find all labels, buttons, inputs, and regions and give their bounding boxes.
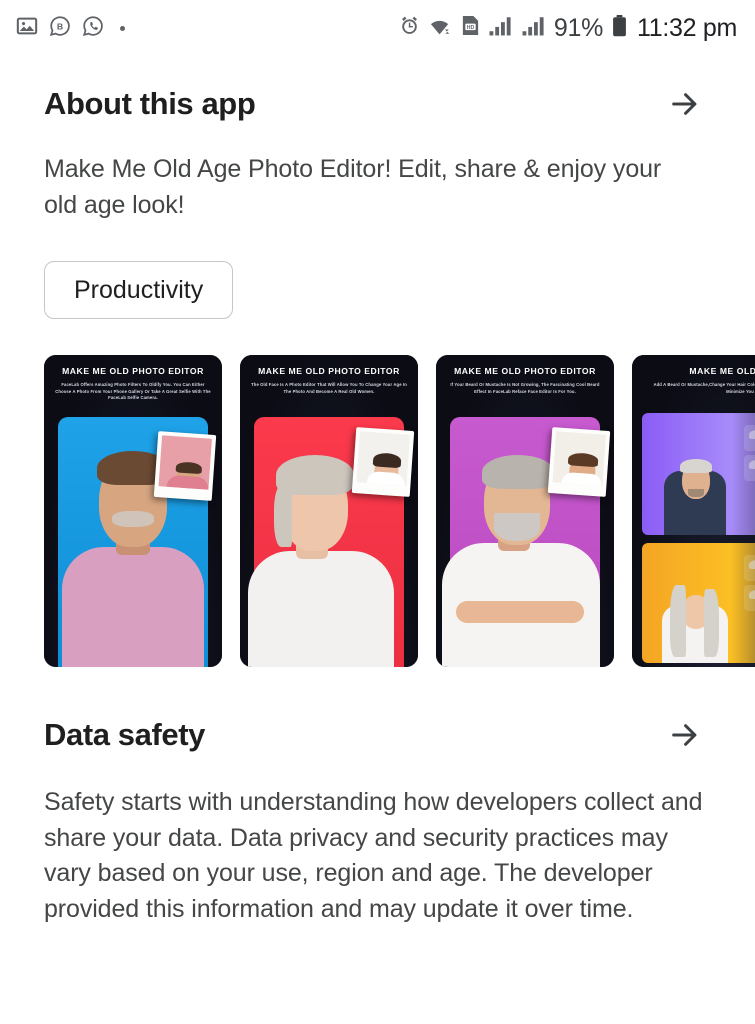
screenshot-4-hairstyle-grid-bottom [744, 555, 755, 611]
whatsapp-business-icon: B [49, 15, 71, 42]
battery-percent-label: 91% [553, 13, 604, 42]
image-icon [16, 15, 38, 42]
data-safety-title: Data safety [44, 717, 206, 752]
screenshot-2-subtitle: The Old Face Is A Photo Editor That Will… [251, 382, 407, 394]
hairstyle-option[interactable] [744, 455, 755, 481]
about-description: Make Me Old Age Photo Editor! Edit, shar… [44, 155, 662, 219]
screenshot-thumbnail-3[interactable]: MAKE ME OLD PHOTO EDITOR If Your Beard O… [436, 355, 614, 667]
battery-icon [611, 14, 628, 43]
screenshot-3-polaroid-inset [547, 427, 611, 497]
screenshot-1-subtitle: FaceLab Offers Amazing Photo Filters To … [55, 382, 211, 400]
screenshots-carousel[interactable]: MAKE ME OLD PHOTO EDITOR FaceLab Offers … [0, 355, 755, 667]
screenshot-2-polaroid-inset [351, 427, 415, 497]
signal-bars-sim2-icon [521, 14, 547, 42]
wifi-icon [428, 14, 453, 42]
screenshot-thumbnail-2[interactable]: MAKE ME OLD PHOTO EDITOR The Old Face Is… [240, 355, 418, 667]
screenshot-3-subtitle: If Your Beard Or Mustache Is Not Growing… [450, 382, 600, 394]
hairstyle-option[interactable] [744, 555, 755, 581]
clock-label: 11:32 pm [637, 13, 737, 42]
hd-sim-icon: HD [460, 14, 481, 42]
category-chip-productivity[interactable]: Productivity [44, 261, 234, 319]
data-safety-arrow-button[interactable] [663, 713, 707, 757]
screenshot-4-top-panel [642, 413, 755, 535]
data-safety-header-row[interactable]: Data safety [44, 713, 711, 757]
notification-dot-icon [120, 25, 125, 31]
about-header-row[interactable]: About this app [44, 82, 711, 126]
screenshot-4-title: MAKE ME OLD PHOTO [689, 366, 755, 376]
data-safety-section: Data safety Safety starts with understan… [0, 713, 755, 927]
screenshot-1-polaroid-inset [153, 431, 217, 501]
page-title: About this app [44, 86, 256, 121]
arrow-right-icon [672, 93, 697, 115]
alarm-icon [398, 14, 421, 42]
about-arrow-button[interactable] [663, 82, 707, 126]
screenshot-4-bottom-panel [642, 543, 755, 663]
svg-text:HD: HD [467, 25, 475, 31]
status-bar-left-icons: B [16, 15, 125, 42]
svg-text:B: B [57, 21, 63, 31]
hairstyle-option[interactable] [744, 425, 755, 451]
status-bar-right-icons: HD 91% 11:32 pm [398, 14, 737, 43]
screenshot-thumbnail-1[interactable]: MAKE ME OLD PHOTO EDITOR FaceLab Offers … [44, 355, 222, 667]
signal-bars-sim1-icon [488, 14, 514, 42]
arrow-right-icon [672, 724, 697, 746]
about-this-app-section: About this app Make Me Old Age Photo Edi… [0, 82, 755, 319]
data-safety-description: Safety starts with understanding how dev… [44, 788, 703, 923]
hairstyle-option[interactable] [744, 585, 755, 611]
screenshot-3-title: MAKE ME OLD PHOTO EDITOR [454, 366, 596, 376]
screenshot-thumbnail-4[interactable]: MAKE ME OLD PHOTO Add A Beard Or Mustach… [632, 355, 755, 667]
screenshot-1-title: MAKE ME OLD PHOTO EDITOR [62, 366, 204, 376]
status-bar: B HD 91% 11:32 pm [0, 0, 755, 56]
whatsapp-icon [82, 15, 104, 42]
screenshot-4-hairstyle-grid-top [744, 425, 755, 481]
screenshot-4-subtitle: Add A Beard Or Mustache,Change Your Hair… [653, 382, 755, 394]
screenshot-2-title: MAKE ME OLD PHOTO EDITOR [258, 366, 400, 376]
